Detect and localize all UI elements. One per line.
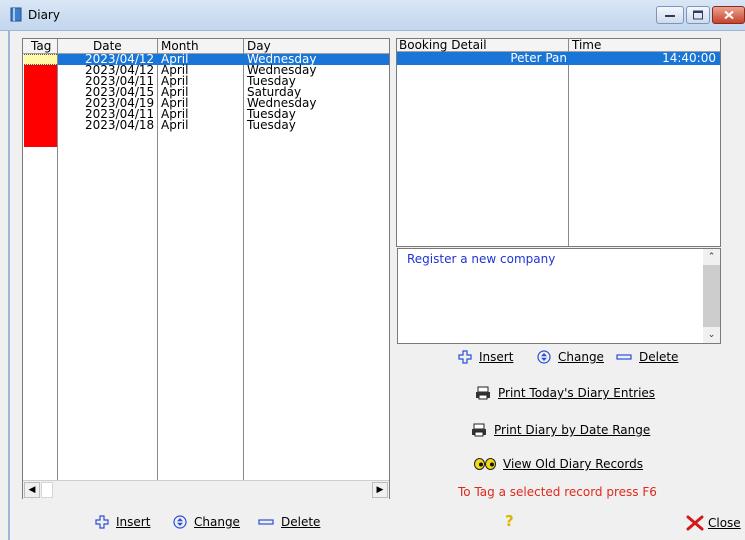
delete-label: Delete (639, 350, 679, 364)
diary-app-icon (10, 7, 22, 22)
insert-label: Insert (116, 515, 151, 529)
notes-text[interactable]: Register a new company (407, 252, 555, 266)
title-bar: Diary (0, 0, 745, 31)
scroll-right-button[interactable]: ▶ (372, 482, 388, 498)
delete-note-button[interactable]: Delete (616, 350, 678, 364)
diary-row[interactable]: 2023/04/12 April Wednesday (23, 64, 389, 76)
horizontal-scrollbar[interactable]: ◀ ▶ (23, 480, 389, 499)
scroll-thumb[interactable] (703, 265, 720, 327)
diary-row[interactable]: 2023/04/11 April Tuesday (23, 75, 389, 87)
scroll-thumb[interactable] (41, 482, 53, 498)
window-left-border (8, 31, 10, 540)
diary-list-header: Tag Date Month Day (23, 39, 389, 54)
tag-cell[interactable] (24, 131, 57, 147)
diary-notes[interactable]: Register a new company ⌃ ⌄ (397, 248, 721, 344)
booking-time: 14:40:00 (662, 51, 716, 65)
insert-label: Insert (479, 350, 514, 364)
diary-row[interactable]: 2023/04/12 April Wednesday (23, 53, 389, 65)
tag-cell[interactable] (24, 109, 57, 120)
diary-row[interactable]: 2023/04/18 April Tuesday (23, 118, 389, 132)
diary-row[interactable]: 2023/04/19 April Wednesday (23, 97, 389, 109)
view-old-label: View Old Diary Records (503, 457, 643, 471)
notes-scrollbar[interactable]: ⌃ ⌄ (703, 249, 720, 343)
change-icon (173, 515, 187, 529)
minimize-button[interactable] (656, 6, 684, 24)
plus-icon (95, 515, 109, 529)
close-icon (686, 515, 704, 531)
row-day: Tuesday (247, 118, 296, 132)
change-label: Change (194, 515, 240, 529)
plus-icon (458, 350, 472, 364)
delete-entry-button[interactable]: Delete (258, 515, 320, 529)
row-month: April (161, 118, 189, 132)
window-title: Diary (28, 8, 60, 22)
booking-row[interactable]: Peter Pan 14:40:00 (397, 52, 720, 65)
column-divider (568, 39, 569, 246)
maximize-button[interactable] (686, 6, 710, 24)
tag-hint: To Tag a selected record press F6 (458, 485, 657, 499)
change-icon (537, 350, 551, 364)
view-old-records-button[interactable]: View Old Diary Records (474, 457, 643, 471)
tag-cell[interactable] (24, 65, 57, 76)
print-todays-entries-button[interactable]: Print Today's Diary Entries (475, 386, 655, 400)
close-window-button[interactable] (712, 6, 745, 24)
minus-icon (258, 519, 274, 525)
printer-icon (476, 386, 490, 400)
maximize-icon (693, 10, 703, 20)
booking-detail: Peter Pan (510, 51, 567, 65)
close-button[interactable]: Close (686, 515, 741, 531)
tag-cell[interactable] (24, 120, 57, 131)
tag-cell[interactable] (24, 54, 57, 65)
change-label: Change (558, 350, 604, 364)
header-time[interactable]: Time (572, 38, 601, 52)
close-icon (723, 10, 734, 20)
print-by-date-range-button[interactable]: Print Diary by Date Range (471, 423, 650, 437)
tag-cell[interactable] (24, 98, 57, 109)
minimize-icon (665, 15, 675, 17)
diary-row[interactable]: 2023/04/15 April Saturday (23, 86, 389, 98)
question-mark-icon: ? (505, 512, 514, 530)
header-day[interactable]: Day (247, 39, 271, 53)
printer-icon (472, 423, 486, 437)
insert-entry-button[interactable]: Insert (95, 515, 150, 529)
booking-grid[interactable]: Booking Detail Time Peter Pan 14:40:00 (396, 38, 721, 247)
help-button[interactable]: ? (505, 512, 514, 530)
print-range-label: Print Diary by Date Range (494, 423, 651, 437)
diary-list[interactable]: Tag Date Month Day 2023/04/12 April Wedn… (22, 38, 390, 499)
print-today-label: Print Today's Diary Entries (498, 386, 656, 400)
header-tag[interactable]: Tag (31, 39, 51, 53)
header-date[interactable]: Date (93, 39, 122, 53)
diary-row[interactable]: 2023/04/11 April Tuesday (23, 108, 389, 120)
header-month[interactable]: Month (161, 39, 199, 53)
scroll-down-button[interactable]: ⌄ (703, 327, 720, 343)
tag-cell[interactable] (24, 76, 57, 87)
eyes-icon (474, 458, 496, 470)
scroll-left-button[interactable]: ◀ (24, 482, 40, 498)
insert-note-button[interactable]: Insert (458, 350, 513, 364)
tag-cell[interactable] (24, 87, 57, 98)
change-entry-button[interactable]: Change (173, 515, 240, 529)
delete-label: Delete (281, 515, 321, 529)
minus-icon (616, 354, 632, 360)
row-date: 2023/04/18 (85, 118, 155, 132)
close-label: Close (708, 516, 741, 530)
change-note-button[interactable]: Change (537, 350, 604, 364)
scroll-up-button[interactable]: ⌃ (703, 249, 720, 265)
header-booking-detail[interactable]: Booking Detail (399, 38, 487, 52)
